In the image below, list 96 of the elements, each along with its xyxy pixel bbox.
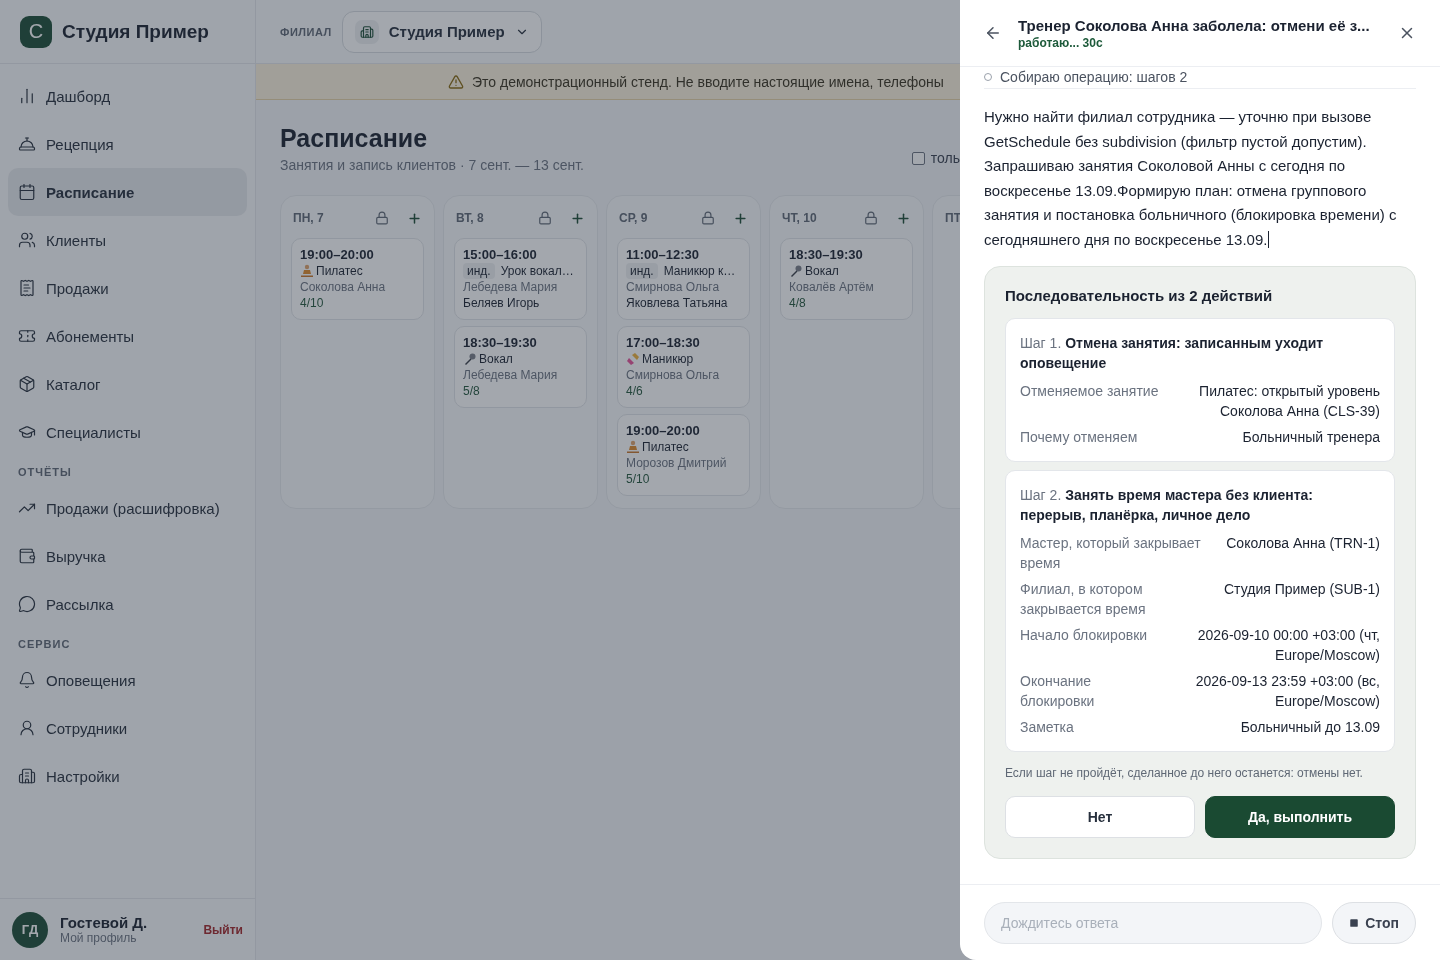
detail-label: Заметка xyxy=(1020,718,1075,737)
sidebar-item[interactable]: Настройки xyxy=(8,752,247,800)
sidebar-section-label: СЕРВИС xyxy=(17,637,72,652)
day-label: ВТ, 8 xyxy=(456,211,484,225)
profile-link[interactable]: Мой профиль xyxy=(60,931,148,945)
confirm-button[interactable]: Да, выполнить xyxy=(1205,796,1395,838)
filter-checkbox[interactable] xyxy=(911,151,925,165)
logout-link[interactable]: Выйти xyxy=(203,922,243,937)
meditating-figure-icon xyxy=(300,264,314,278)
day-label: ПН, 7 xyxy=(293,211,324,225)
branch-select[interactable]: Студия Пример xyxy=(341,10,542,53)
sidebar-item[interactable]: Каталог xyxy=(8,360,247,408)
detail-label: Филиал, в котором закрывается время xyxy=(1020,580,1147,619)
building-icon xyxy=(359,24,374,39)
nav-icon xyxy=(18,279,36,297)
nav-icon xyxy=(18,423,36,441)
user-name: Гостевой Д. xyxy=(60,914,148,931)
step-title: Шаг 1. Отмена занятия: записанным уходит оповещение xyxy=(1020,334,1325,373)
detail-value: Больничный до 13.09 xyxy=(1240,718,1380,737)
cancel-button[interactable]: Нет xyxy=(1005,796,1195,838)
chat-status: работаю... 30с xyxy=(1018,35,1104,50)
nav-icon xyxy=(18,547,36,565)
sidebar-item[interactable]: Сотрудники xyxy=(8,704,247,752)
sidebar-item[interactable]: Рецепция xyxy=(8,120,247,168)
sidebar-item[interactable]: Продажи (расшифровка) xyxy=(8,484,247,532)
page-subtitle: Занятия и запись клиентов · 7 сент. — 13 сент. xyxy=(280,157,584,173)
brand-name: Студия Пример xyxy=(62,20,209,43)
class-card[interactable]: 18:30–19:30 Вокал Лебедева Мария 5/8 xyxy=(454,326,587,408)
lock-icon[interactable] xyxy=(375,211,389,225)
meditating-figure-icon xyxy=(626,440,640,454)
sidebar-item[interactable]: Продажи xyxy=(8,264,247,312)
microphone-icon xyxy=(463,352,477,366)
progress-text: Собираю операцию: шагов 2 xyxy=(1000,68,1188,85)
sidebar-section-label: ОТЧЁТЫ xyxy=(17,465,73,480)
class-card[interactable]: 17:00–18:30 Маникюр Смирнова Ольга 4/6 xyxy=(617,326,750,408)
microphone-icon xyxy=(789,264,803,278)
nav-icon xyxy=(18,719,36,737)
stop-button[interactable]: Стоп xyxy=(1332,901,1416,944)
class-card[interactable]: 19:00–20:00 Пилатес Морозов Дмитрий 5/10 xyxy=(617,414,750,496)
detail-value: Больничный тренера xyxy=(1242,428,1380,447)
lock-icon[interactable] xyxy=(538,211,552,225)
add-icon[interactable] xyxy=(733,210,748,226)
lock-icon[interactable] xyxy=(701,211,715,225)
day-label: ПТ xyxy=(945,211,961,225)
step-title: Шаг 2. Занять время мастера без клиента: перерыв, планёрка, личное дело xyxy=(1020,486,1315,525)
plan-note: Если шаг не пройдёт, сделанное до него останется: отмены нет. xyxy=(1005,766,1364,780)
sidebar-item[interactable]: Специалисты xyxy=(8,408,247,456)
class-card[interactable]: 18:30–19:30 Вокал Ковалёв Артём 4/8 xyxy=(780,238,913,320)
detail-label: Окончание блокировки xyxy=(1020,672,1096,711)
plan-title: Последовательность из 2 действий xyxy=(1005,287,1274,304)
nav-icon xyxy=(18,231,36,249)
detail-value: Соколова Анна (TRN-1) xyxy=(1226,534,1380,553)
chat-title: Тренер Соколова Анна заболела: отмени её з... xyxy=(1018,16,1371,34)
demo-banner-text: Это демонстрационный стенд. Не вводите настоящие имена, телефоны xyxy=(472,73,944,90)
nav-icon xyxy=(18,87,36,105)
sidebar-item[interactable]: Клиенты xyxy=(8,216,247,264)
nail-polish-icon xyxy=(626,352,640,366)
sidebar-item[interactable]: Оповещения xyxy=(8,656,247,704)
day-label: СР, 9 xyxy=(619,211,648,225)
add-icon[interactable] xyxy=(896,210,911,226)
nav-icon xyxy=(18,595,36,613)
nav-icon xyxy=(18,135,36,153)
day-label: ЧТ, 10 xyxy=(782,211,817,225)
filter-label: толь xyxy=(930,150,960,166)
nav-icon xyxy=(18,375,36,393)
branch-label: ФИЛИАЛ xyxy=(280,25,332,38)
detail-value: 2026-09-10 00:00 +03:00 (чт, Europe/Moscow) xyxy=(1196,626,1380,665)
detail-value: Студия Пример (SUB-1) xyxy=(1224,580,1380,599)
detail-value: 2026-09-13 23:59 +03:00 (вс, Europe/Moscow) xyxy=(1194,672,1380,711)
sidebar-item[interactable]: Рассылка xyxy=(8,580,247,628)
detail-label: Отменяемое занятие xyxy=(1020,382,1160,401)
nav-icon xyxy=(18,327,36,345)
detail-label: Начало блокировки xyxy=(1020,626,1149,645)
detail-value: Пилатес: открытый уровень Соколова Анна (CLS-39) xyxy=(1198,382,1380,421)
class-card[interactable]: 11:00–12:30 инд. Маникюр к… Смирнова Ольга Яковлева Татьяна xyxy=(617,238,750,320)
add-icon[interactable] xyxy=(407,210,422,226)
logo: С xyxy=(20,15,52,48)
page-title: Расписание xyxy=(280,124,429,153)
sidebar-item[interactable]: Дашборд xyxy=(8,72,247,120)
warning-icon xyxy=(448,73,464,90)
user-avatar: ГД xyxy=(12,911,48,948)
lock-icon[interactable] xyxy=(864,211,878,225)
sidebar-item[interactable]: Расписание xyxy=(8,168,247,216)
sidebar-item[interactable]: Абонементы xyxy=(8,312,247,360)
sidebar-item[interactable]: Выручка xyxy=(8,532,247,580)
class-card[interactable]: 19:00–20:00 Пилатес Соколова Анна 4/10 xyxy=(291,238,424,320)
assistant-message: Нужно найти филиал сотрудника — уточню при вызове GetSchedule без subdivision (фильтр пустой допустим). Запрашиваю занятия Соколовой Анны с сегодня по воскресенье 13.09.Формирую план: отмена группового занятия и постановка больничного (блокировка времени) с сегодняшнего дня по воскресенье 13.09. xyxy=(984,107,1398,250)
detail-label: Мастер, который закрывает время xyxy=(1020,534,1202,573)
stop-icon xyxy=(1349,917,1360,928)
detail-label: Почему отменяем xyxy=(1020,428,1139,447)
class-card[interactable]: 15:00–16:00 инд. Урок вокал… Лебедева Мария Беляев Игорь xyxy=(454,238,587,320)
nav-icon xyxy=(18,767,36,785)
nav-icon xyxy=(18,183,36,201)
nav-icon xyxy=(18,671,36,689)
message-input[interactable]: Дождитесь ответа xyxy=(984,901,1323,944)
add-icon[interactable] xyxy=(570,210,585,226)
